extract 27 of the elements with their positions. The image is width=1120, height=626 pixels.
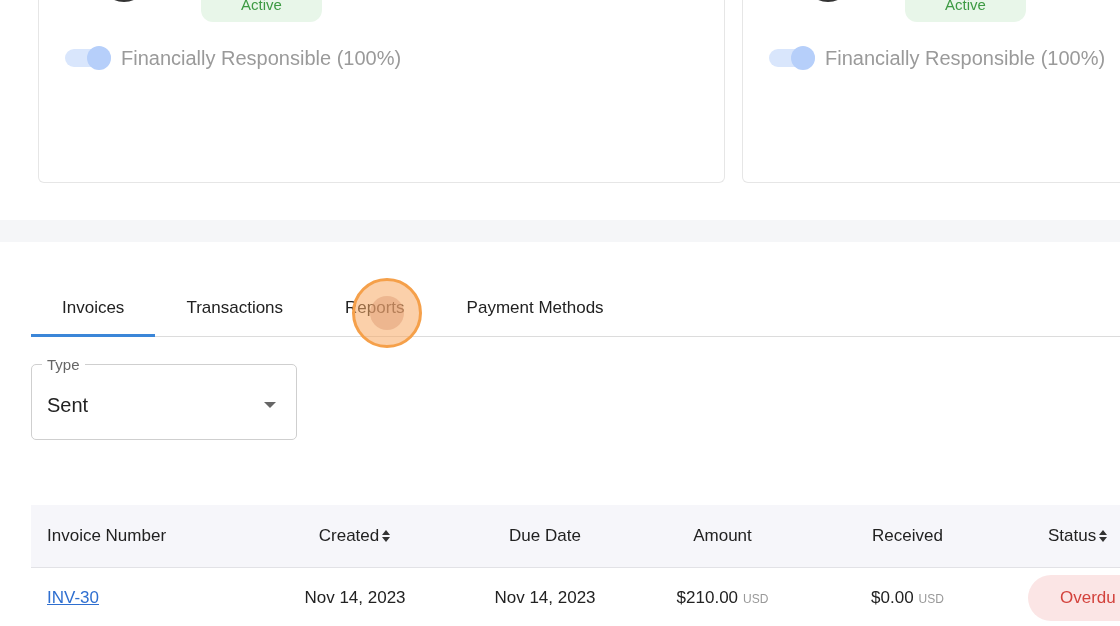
column-header: Amount <box>693 526 752 546</box>
status-badge: Overdu <box>1028 575 1120 621</box>
invoice-link[interactable]: INV-30 <box>47 588 99 608</box>
toggle-switch[interactable] <box>769 49 815 67</box>
toggle-switch[interactable] <box>65 49 111 67</box>
currency-label: USD <box>918 592 944 606</box>
toggle-label: Financially Responsible (100%) <box>121 46 402 70</box>
table-cell: Nov 14, 2023 <box>304 588 406 608</box>
tab[interactable]: Payment Methods <box>435 282 635 337</box>
select-value: Sent <box>47 393 89 417</box>
column-header: Status <box>1048 526 1097 546</box>
toggle-thumb[interactable] <box>87 46 111 70</box>
tab[interactable]: Invoices <box>31 282 156 337</box>
sort-icon[interactable] <box>1098 529 1109 543</box>
column-header: Invoice Number <box>47 526 167 546</box>
table-cell: $0.00 <box>871 588 914 608</box>
toggle-thumb[interactable] <box>791 46 815 70</box>
column-header: Created <box>318 526 380 546</box>
column-header: Received <box>872 526 943 546</box>
table-cell: $210.00 <box>676 588 739 608</box>
caret-icon <box>264 402 276 408</box>
currency-label: USD <box>743 592 769 606</box>
table-cell: Nov 14, 2023 <box>494 588 596 608</box>
tab[interactable]: Transactions <box>155 282 315 337</box>
sort-icon[interactable] <box>381 529 392 543</box>
toggle-label: Financially Responsible (100%) <box>825 46 1106 70</box>
column-header: Due Date <box>509 526 581 546</box>
